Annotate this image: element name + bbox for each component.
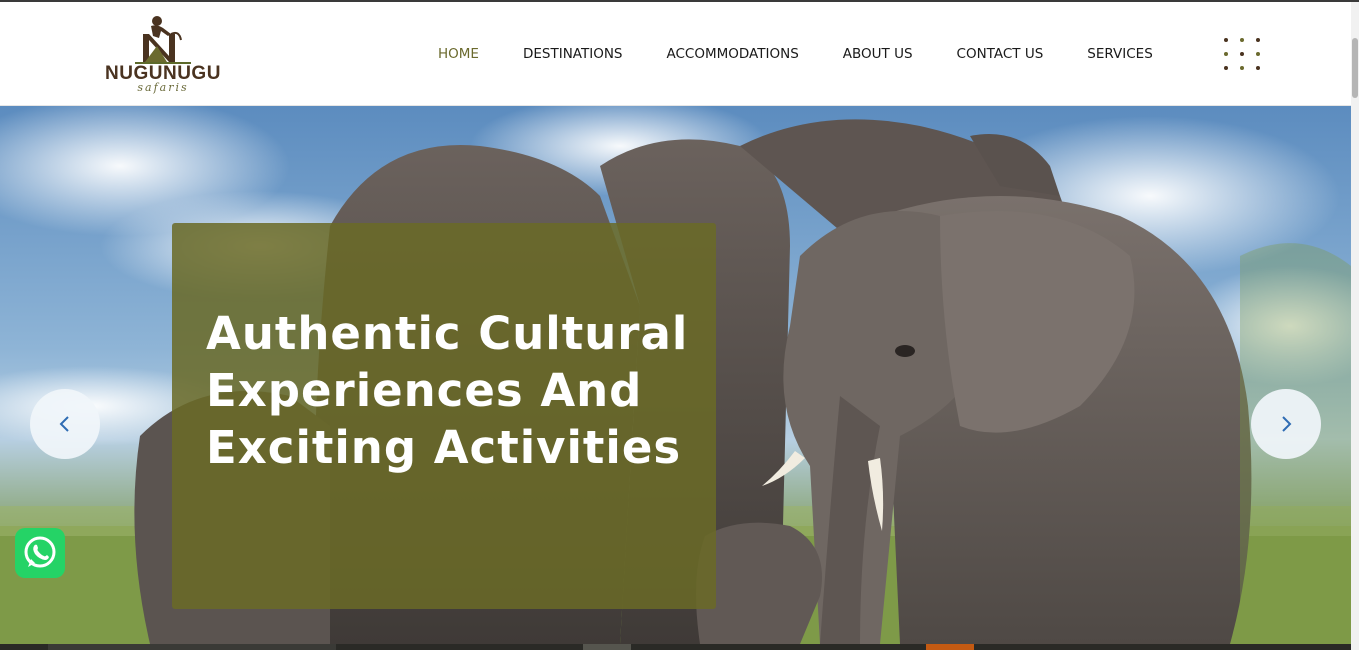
- menu-dot: [1224, 38, 1228, 42]
- grid-menu-icon[interactable]: [1222, 36, 1264, 76]
- nav-item-home[interactable]: HOME: [438, 42, 479, 66]
- logo-subtitle: safaris: [137, 81, 189, 94]
- bottom-strip-segment: [48, 644, 336, 650]
- menu-dot: [1240, 66, 1244, 70]
- menu-dot: [1224, 52, 1228, 56]
- scrollbar-thumb[interactable]: [1352, 38, 1358, 98]
- main-nav: HOME DESTINATIONS ACCOMMODATIONS ABOUT U…: [438, 42, 1197, 66]
- nav-item-contact-us[interactable]: CONTACT US: [957, 42, 1044, 66]
- chevron-left-icon: [59, 416, 69, 432]
- site-logo[interactable]: NUGUNUGU safaris: [90, 12, 240, 96]
- menu-dot: [1224, 66, 1228, 70]
- slider-prev-button[interactable]: [30, 389, 100, 459]
- nav-item-services[interactable]: SERVICES: [1087, 42, 1152, 66]
- nav-item-accommodations[interactable]: ACCOMMODATIONS: [667, 42, 799, 66]
- bottom-strip-segment: [926, 644, 974, 650]
- hero-heading: Authentic Cultural Experiences And Excit…: [206, 307, 689, 474]
- bottom-strip-segment: [583, 644, 631, 650]
- nav-item-about-us[interactable]: ABOUT US: [843, 42, 913, 66]
- hero-slider: Authentic Cultural Experiences And Excit…: [0, 106, 1351, 644]
- chevron-right-icon: [1282, 416, 1292, 432]
- bottom-strip: [0, 644, 1351, 650]
- monkey-logo-icon: [135, 16, 191, 64]
- whatsapp-icon: [24, 536, 56, 568]
- slider-next-button[interactable]: [1251, 389, 1321, 459]
- menu-dot: [1256, 66, 1260, 70]
- whatsapp-chat-button[interactable]: [15, 528, 65, 578]
- hero-caption: Authentic Cultural Experiences And Excit…: [172, 223, 716, 609]
- menu-dot: [1256, 38, 1260, 42]
- site-header: NUGUNUGU safaris HOME DESTINATIONS ACCOM…: [0, 2, 1351, 106]
- menu-dot: [1256, 52, 1260, 56]
- menu-dot: [1240, 52, 1244, 56]
- page-scrollbar[interactable]: [1351, 2, 1359, 650]
- nav-item-destinations[interactable]: DESTINATIONS: [523, 42, 623, 66]
- menu-dot: [1240, 38, 1244, 42]
